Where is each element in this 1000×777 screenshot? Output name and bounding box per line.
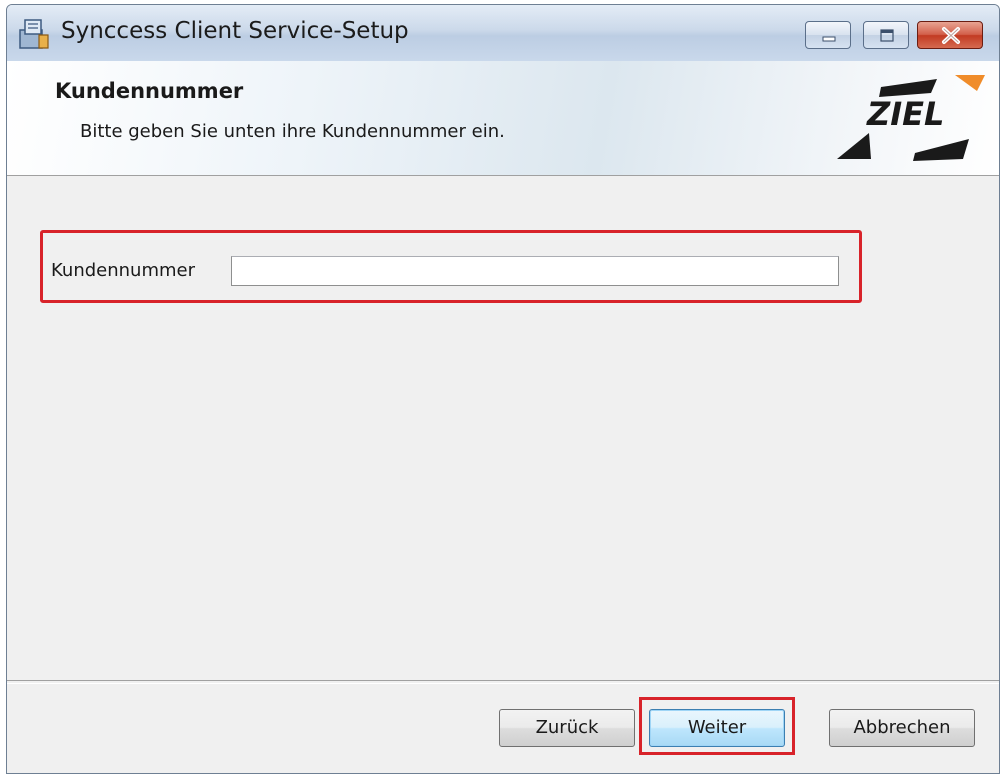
installer-icon: [19, 19, 49, 49]
window-title: Synccess Client Service-Setup: [61, 18, 409, 44]
page-title: Kundennummer: [55, 79, 244, 103]
next-button[interactable]: Weiter: [649, 709, 785, 747]
minimize-button[interactable]: [805, 21, 851, 49]
customer-number-label: Kundennummer: [51, 260, 195, 281]
cancel-button[interactable]: Abbrechen: [829, 709, 975, 747]
wizard-header: Kundennummer Bitte geben Sie unten ihre …: [7, 61, 999, 176]
ziel-logo: ZIEL: [837, 75, 985, 161]
back-button[interactable]: Zurück: [499, 709, 635, 747]
title-bar[interactable]: Synccess Client Service-Setup: [7, 5, 999, 61]
maximize-button[interactable]: [863, 21, 909, 49]
close-icon: [942, 27, 960, 44]
maximize-icon: [880, 29, 894, 42]
button-separator: [7, 680, 999, 684]
svg-text:ZIEL: ZIEL: [866, 95, 944, 133]
minimize-icon: [822, 36, 836, 42]
wizard-content: Kundennummer: [7, 176, 999, 680]
setup-window: Synccess Client Service-Setup Kundennumm…: [6, 4, 1000, 774]
close-button[interactable]: [917, 21, 983, 49]
customer-number-input[interactable]: [231, 256, 839, 286]
page-subtitle: Bitte geben Sie unten ihre Kundennummer …: [80, 121, 505, 142]
